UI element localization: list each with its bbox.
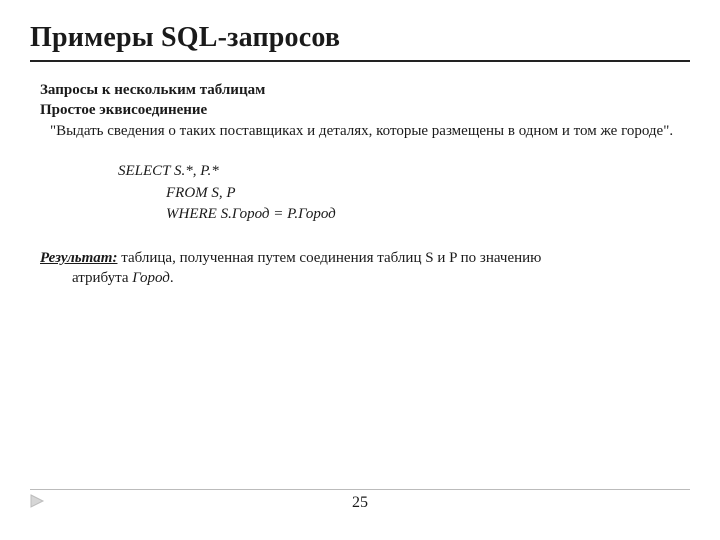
footer-row: 25 xyxy=(30,494,690,512)
footer-rule xyxy=(30,489,690,490)
result-attr: Город xyxy=(132,270,170,286)
result-paragraph: Результат: таблица, полученная путем сое… xyxy=(30,248,690,289)
slide-title: Примеры SQL-запросов xyxy=(30,22,690,54)
sql-where: WHERE S.Город = P.Город xyxy=(118,204,690,226)
section-heading: Запросы к нескольким таблицам xyxy=(40,80,680,100)
sql-select: SELECT S.*, P.* xyxy=(118,161,690,183)
subsection-heading: Простое эквисоединение xyxy=(40,100,680,120)
body-text: Запросы к нескольким таблицам Простое эк… xyxy=(30,80,690,141)
slide: Примеры SQL-запросов Запросы к нескольки… xyxy=(0,0,720,540)
footer: 25 xyxy=(30,489,690,512)
title-rule xyxy=(30,60,690,62)
task-text: "Выдать сведения о таких поставщиках и д… xyxy=(40,121,680,141)
result-label: Результат: xyxy=(40,250,117,266)
result-text-line2: атрибута Город. xyxy=(40,268,680,288)
title-block: Примеры SQL-запросов xyxy=(30,22,690,62)
result-text-line1: таблица, полученная путем соединения таб… xyxy=(117,250,541,266)
sql-block: SELECT S.*, P.* FROM S, P WHERE S.Город … xyxy=(118,161,690,226)
page-number: 25 xyxy=(30,494,690,512)
sql-from: FROM S, P xyxy=(118,183,690,205)
